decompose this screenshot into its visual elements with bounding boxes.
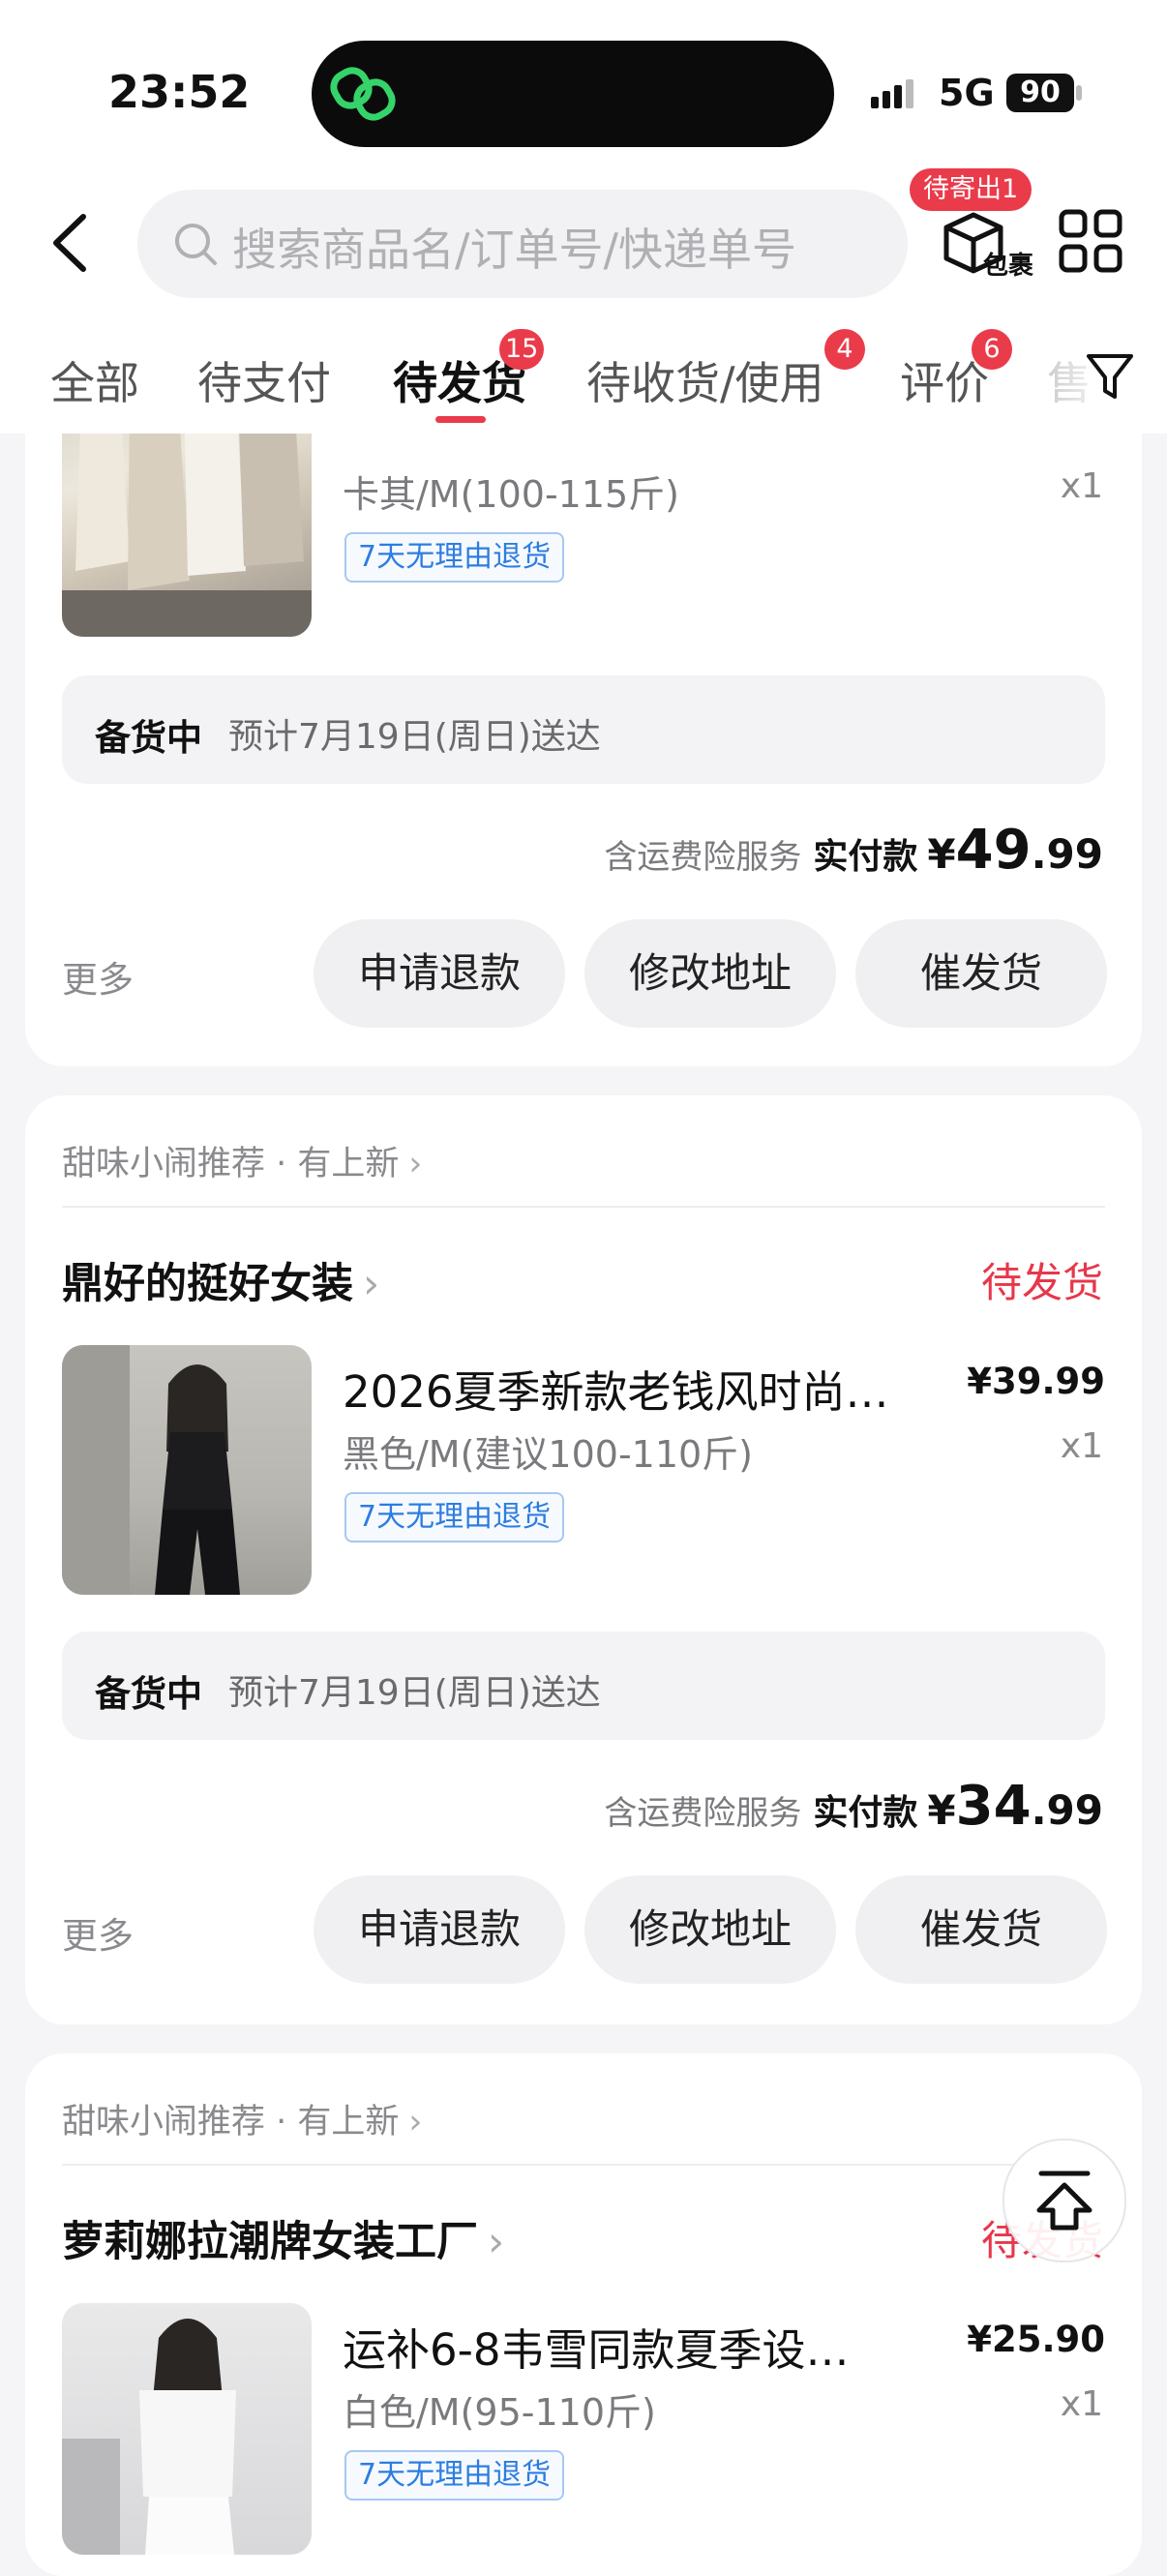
delivery-estimate: 预计7月19日(周日)送达 [228,1673,601,1713]
status-time: 23:52 [108,66,251,118]
refund-button[interactable]: 申请退款 [314,1875,565,1984]
search-placeholder: 搜索商品名/订单号/快递单号 [232,224,796,276]
grid-icon[interactable] [1059,209,1122,273]
shop-name-text: 萝莉娜拉潮牌女装工厂 [62,2218,478,2266]
product-image[interactable] [62,1345,312,1595]
battery-tip [1076,85,1082,101]
top-header: 23:52 5G 90 搜索商品名/订单号/快递单号 包裹 待寄出1 全部 待支… [0,0,1167,434]
chevron-right-icon: › [408,2103,423,2142]
tab-badge-pending-receipt: 4 [824,329,865,370]
order-state: 待发货 [980,1259,1103,1306]
order-tabs: 全部 待支付 待发货 15 待收货/使用 4 评价 6 售 [0,329,1167,434]
paid-label: 实付款 [813,837,918,877]
shipping-status-label: 备货中 [95,1673,202,1715]
shop-name-text: 鼎好的挺好女装 [62,1260,353,1308]
product-spec: 黑色/M(建议100-110斤) [343,1433,754,1476]
payment-summary: 含运费险服务 实付款 ¥34.99 [604,1775,1103,1838]
chevron-right-icon: › [488,2218,505,2266]
order-card: 甜味小闹推荐 · 有上新 › 鼎好的挺好女装 › 待发货 2026夏季新款老钱风时尚… [25,1095,1142,2024]
search-icon [175,224,217,265]
divider [62,2164,1105,2166]
tab-all[interactable]: 全部 [50,348,139,412]
model-photo [62,2319,236,2555]
paid-amount: ¥34.99 [927,1775,1103,1838]
product-qty: x1 [1060,466,1103,506]
insurance-text: 含运费险服务 [604,838,802,877]
more-button[interactable]: 更多 [62,950,134,1003]
urge-shipment-button[interactable]: 催发货 [855,1875,1107,1984]
tab-badge-review: 6 [972,329,1012,370]
urge-shipment-button[interactable]: 催发货 [855,919,1107,1028]
currency-symbol: ¥ [927,1786,956,1834]
recommend-text: 甜味小闹推荐 · 有上新 [62,1145,400,1183]
product-price: ¥25.90 [967,2319,1105,2360]
recommend-link[interactable]: 甜味小闹推荐 · 有上新 › [62,2094,422,2143]
recommend-text: 甜味小闹推荐 · 有上新 [62,2103,400,2142]
shipping-status-label: 备货中 [95,717,202,759]
divider [62,1206,1105,1208]
delivery-estimate: 预计7月19日(周日)送达 [228,717,601,757]
paid-integer: 34 [955,1775,1032,1838]
product-title[interactable]: 2026夏季新款老钱风时尚… [343,1357,889,1420]
recommend-link[interactable]: 甜味小闹推荐 · 有上新 › [62,1136,422,1185]
currency-symbol: ¥ [927,830,956,878]
active-tab-indicator [435,416,486,423]
shop-name[interactable]: 鼎好的挺好女装 › [62,1250,379,1310]
paid-label: 实付款 [813,1793,918,1833]
tab-pending-payment[interactable]: 待支付 [197,348,331,412]
return-policy-tag: 7天无理由退货 [344,532,565,583]
paid-amount: ¥49.99 [927,819,1103,882]
product-title[interactable]: 运补6-8韦雪同款夏季设… [343,2315,850,2378]
package-button[interactable]: 包裹 [937,207,1043,285]
status-bar: 23:52 5G 90 [0,0,1167,184]
scroll-top-button[interactable] [1002,2139,1126,2262]
battery-icon: 90 [1006,74,1074,112]
shipping-status-box: 备货中 预计7月19日(周日)送达 [62,1632,1105,1740]
signal-icon [871,79,913,108]
return-policy-tag: 7天无理由退货 [344,1492,565,1543]
tab-badge-pending-shipment: 15 [499,329,545,370]
return-policy-tag: 7天无理由退货 [344,2450,565,2501]
product-qty: x1 [1060,2384,1103,2424]
back-icon[interactable] [46,211,95,275]
change-address-button[interactable]: 修改地址 [584,919,836,1028]
network-type: 5G [939,72,995,114]
paid-decimal: .99 [1031,830,1103,878]
order-card: 甜味小闹推荐 · 有上新› 萝莉娜拉潮牌女装工厂› 待发货 运补6-8韦雪同款夏… [25,2053,1142,2576]
paid-integer: 49 [955,819,1032,882]
product-spec: 白色/M(95-110斤) [343,2391,656,2434]
refund-button[interactable]: 申请退款 [314,919,565,1028]
model-photo [62,1345,240,1595]
shop-name[interactable]: 萝莉娜拉潮牌女装工厂 › [62,2208,504,2268]
package-label: 包裹 [983,252,1034,281]
tab-pending-receipt[interactable]: 待收货/使用 [586,348,824,412]
paid-decimal: .99 [1031,1786,1103,1834]
chevron-right-icon: › [363,1260,380,1308]
product-qty: x1 [1060,1426,1103,1466]
order-card: 卡其/M(100-115斤) x1 7天无理由退货 备货中 预计7月19日(周日… [25,368,1142,1066]
change-address-button[interactable]: 修改地址 [584,1875,836,1984]
shipping-status-box: 备货中 预计7月19日(周日)送达 [62,675,1105,784]
product-image[interactable] [62,2303,312,2555]
product-spec: 卡其/M(100-115斤) [343,473,680,516]
filter-icon[interactable] [1086,352,1134,403]
product-price: ¥39.99 [967,1361,1105,1402]
scroll-top-icon [1036,2171,1092,2231]
more-button[interactable]: 更多 [62,1906,134,1959]
link-app-icon [330,67,396,121]
chevron-right-icon: › [408,1145,423,1183]
search-input[interactable]: 搜索商品名/订单号/快递单号 [137,190,908,298]
payment-summary: 含运费险服务 实付款 ¥49.99 [604,819,1103,882]
package-badge: 待寄出1 [910,168,1032,211]
insurance-text: 含运费险服务 [604,1794,802,1833]
